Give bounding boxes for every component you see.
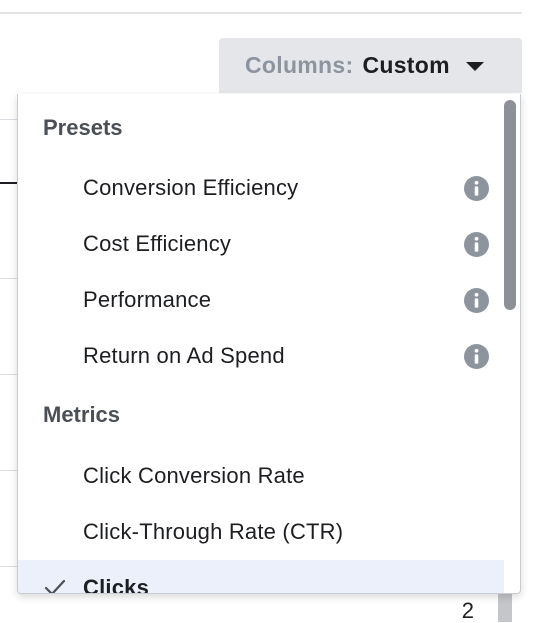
table-cell-value: 2 [461,598,474,623]
preset-item-cost-efficiency[interactable]: Cost Efficiency [18,216,504,272]
metric-item-click-conversion-rate[interactable]: Click Conversion Rate [18,448,504,504]
preset-item-conversion-efficiency[interactable]: Conversion Efficiency [18,160,504,216]
menu-item-label: Clicks [83,575,150,594]
info-icon[interactable] [464,288,489,313]
caret-down-icon [465,62,484,71]
page-divider [0,12,522,14]
menu-item-label: Performance [83,287,212,312]
columns-value: Custom [362,52,450,78]
table-row-divider [0,278,18,279]
table-scrollbar[interactable] [498,594,512,622]
table-row-divider [0,374,18,375]
menu-item-label: Return on Ad Spend [83,343,285,368]
table-row-divider [0,119,18,120]
menu-item-label: Cost Efficiency [83,231,232,256]
menu-item-label: Conversion Efficiency [83,175,299,200]
columns-label: Columns: [245,52,354,78]
menu-item-label: Click Conversion Rate [83,463,305,488]
columns-dropdown-button[interactable]: Columns: Custom [219,38,522,93]
info-icon[interactable] [464,344,489,369]
table-row-divider [0,566,18,567]
info-icon[interactable] [464,232,489,257]
metric-item-click-through-rate[interactable]: Click-Through Rate (CTR) [18,504,504,560]
preset-item-performance[interactable]: Performance [18,272,504,328]
columns-dropdown-menu: Presets Conversion Efficiency Cost Effic… [17,94,521,594]
table-row-divider [0,182,18,184]
section-header-presets: Presets [43,115,123,140]
check-icon [44,579,66,593]
metric-item-clicks[interactable]: Clicks [18,560,504,594]
menu-item-label: Click-Through Rate (CTR) [83,519,344,544]
info-icon[interactable] [464,176,489,201]
section-header-metrics: Metrics [43,402,121,427]
preset-item-return-on-ad-spend[interactable]: Return on Ad Spend [18,328,504,384]
table-row-divider [0,470,18,471]
dropdown-scrollbar-thumb[interactable] [504,100,516,310]
